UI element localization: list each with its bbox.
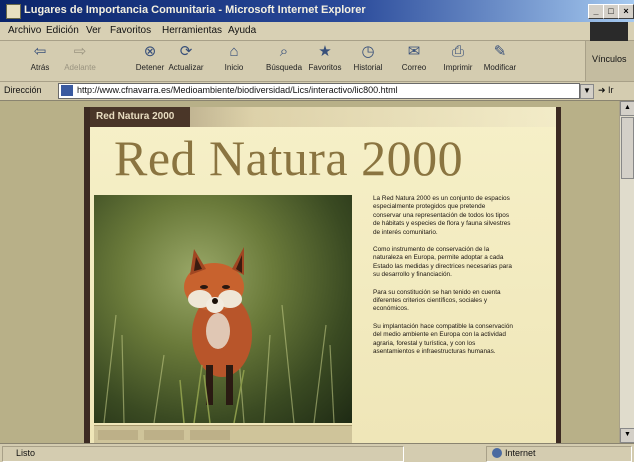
favorites-button[interactable]: ★ Favoritos bbox=[303, 43, 347, 79]
favorites-label: Favoritos bbox=[308, 63, 342, 72]
title-bar[interactable]: Lugares de Importancia Comunitaria - Mic… bbox=[0, 0, 634, 22]
back-button[interactable]: ⇦ Atrás bbox=[18, 43, 62, 79]
close-button[interactable]: × bbox=[618, 4, 634, 19]
history-icon: ◷ bbox=[361, 43, 375, 60]
favorites-icon: ★ bbox=[318, 43, 332, 60]
menu-favoritos[interactable]: Favoritos bbox=[110, 25, 151, 36]
refresh-label: Actualizar bbox=[168, 63, 204, 72]
section-tab-label: Red Natura 2000 bbox=[96, 111, 175, 122]
edit-label: Modificar bbox=[483, 63, 517, 72]
home-icon: ⌂ bbox=[229, 43, 239, 60]
links-toolbar[interactable]: Vínculos bbox=[585, 41, 634, 81]
menu-ver[interactable]: Ver bbox=[86, 25, 101, 36]
browser-window: Lugares de Importancia Comunitaria - Mic… bbox=[0, 0, 634, 462]
menu-herramientas[interactable]: Herramientas bbox=[162, 25, 222, 36]
search-button[interactable]: ⌕ Búsqueda bbox=[262, 43, 306, 79]
photo-footer-strip bbox=[94, 425, 352, 444]
forward-button[interactable]: ⇨ Adelante bbox=[58, 43, 102, 79]
menu-archivo[interactable]: Archivo bbox=[8, 25, 41, 36]
status-pane bbox=[2, 446, 404, 462]
address-url: http://www.cfnavarra.es/Medioambiente/bi… bbox=[77, 85, 398, 95]
page-viewport: Red Natura 2000 Red Natura 2000 La Red N… bbox=[0, 101, 634, 444]
fox-photo bbox=[94, 195, 352, 423]
edit-icon: ✎ bbox=[493, 43, 507, 60]
menu-bar: Archivo Edición Ver Favoritos Herramient… bbox=[0, 22, 634, 41]
print-icon: ⎙ bbox=[451, 43, 464, 60]
scroll-thumb[interactable] bbox=[621, 117, 634, 179]
mail-icon: ✉ bbox=[407, 43, 421, 60]
paragraph: Su implantación hace compatible la conse… bbox=[373, 322, 513, 356]
scroll-down-button[interactable]: ▼ bbox=[620, 428, 634, 443]
print-label: Imprimir bbox=[443, 63, 473, 72]
status-text: Listo bbox=[16, 448, 36, 458]
paragraph: Como instrumento de conservación de la n… bbox=[373, 246, 512, 279]
intro-text: La Red Natura 2000 es un conjunto de esp… bbox=[373, 195, 513, 366]
mail-button[interactable]: ✉ Correo bbox=[392, 43, 436, 79]
back-label: Atrás bbox=[30, 63, 50, 72]
mail-label: Correo bbox=[401, 63, 427, 72]
search-icon: ⌕ bbox=[279, 43, 289, 60]
back-arrow-icon: ⇦ bbox=[33, 43, 47, 60]
edit-button[interactable]: ✎ Modificar bbox=[478, 43, 522, 79]
vertical-scrollbar[interactable]: ▲ ▼ bbox=[619, 101, 634, 443]
home-button[interactable]: ⌂ Inicio bbox=[212, 43, 256, 79]
links-label: Vínculos bbox=[592, 54, 627, 64]
zone-text: Internet bbox=[505, 448, 536, 458]
menu-edicion[interactable]: Edición bbox=[46, 25, 79, 36]
home-label: Inicio bbox=[224, 63, 244, 72]
history-button[interactable]: ◷ Historial bbox=[346, 43, 390, 79]
refresh-button[interactable]: ⟳ Actualizar bbox=[164, 43, 208, 79]
forward-arrow-icon: ⇨ bbox=[73, 43, 87, 60]
search-label: Búsqueda bbox=[265, 63, 303, 72]
maximize-button[interactable]: □ bbox=[603, 4, 619, 19]
refresh-icon: ⟳ bbox=[179, 43, 193, 60]
address-label: Dirección bbox=[4, 85, 42, 95]
section-tab[interactable]: Red Natura 2000 bbox=[90, 107, 190, 127]
ie-app-icon[interactable] bbox=[6, 4, 21, 19]
page-icon bbox=[61, 85, 73, 96]
address-input[interactable]: http://www.cfnavarra.es/Medioambiente/bi… bbox=[58, 83, 580, 99]
paragraph: Para su constitución se han tenido en cu… bbox=[373, 288, 501, 313]
paragraph: La Red Natura 2000 es un conjunto de esp… bbox=[373, 195, 511, 236]
menu-ayuda[interactable]: Ayuda bbox=[228, 25, 256, 36]
history-label: Historial bbox=[353, 63, 383, 72]
address-bar: Dirección http://www.cfnavarra.es/Medioa… bbox=[0, 82, 634, 101]
stop-icon: ⊗ bbox=[143, 43, 157, 60]
forward-label: Adelante bbox=[64, 63, 96, 72]
minimize-button[interactable]: _ bbox=[588, 4, 604, 19]
address-dropdown[interactable]: ▼ bbox=[580, 84, 594, 99]
go-label: Ir bbox=[608, 85, 614, 95]
standard-toolbar: ⇦ Atrás ⇨ Adelante ⊗ Detener ⟳ Actualizar ⌂ I… bbox=[0, 41, 634, 82]
window-title: Lugares de Importancia Comunitaria - Mic… bbox=[24, 4, 366, 16]
status-bar: Listo Internet bbox=[0, 443, 634, 462]
fox-illustration bbox=[103, 247, 335, 423]
internet-zone-icon bbox=[492, 448, 502, 458]
page-heading: Red Natura 2000 bbox=[114, 130, 464, 186]
page-panel: Red Natura 2000 Red Natura 2000 La Red N… bbox=[84, 107, 561, 444]
scroll-up-button[interactable]: ▲ bbox=[620, 101, 634, 116]
print-button[interactable]: ⎙ Imprimir bbox=[436, 43, 480, 79]
go-button[interactable]: ➜ Ir bbox=[598, 85, 614, 96]
